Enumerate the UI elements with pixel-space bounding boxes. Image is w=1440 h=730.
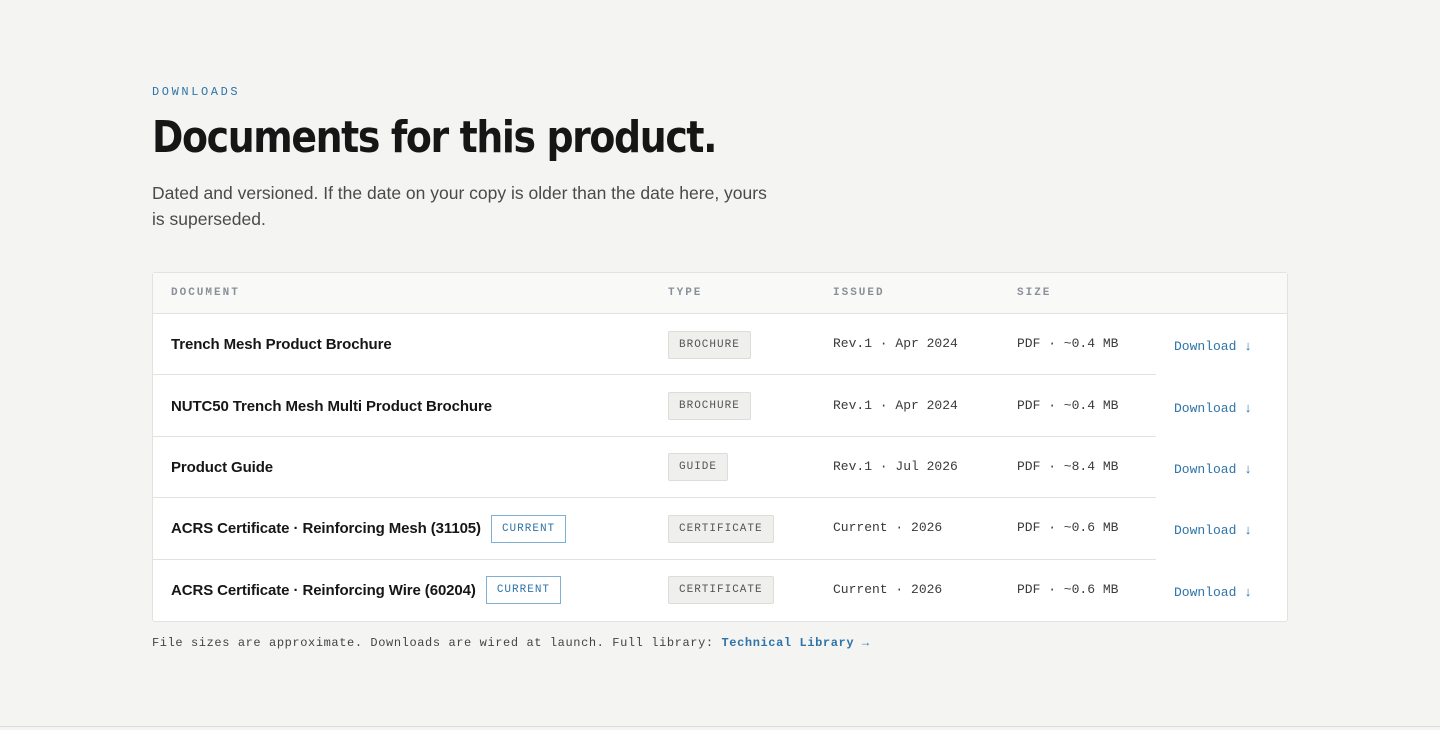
technical-library-link[interactable]: Technical Library → [722,636,870,650]
table-row: ACRS Certificate · Reinforcing Mesh (311… [153,498,1287,561]
header-document: DOCUMENT [171,287,240,299]
download-cell: Download ↓ [1174,439,1252,500]
section-divider [0,726,1440,727]
document-cell: ACRS Certificate · Reinforcing Wire (602… [171,560,562,621]
table-header: DOCUMENT TYPE ISSUED SIZE [153,273,1287,314]
page-title: Documents for this product. [152,112,717,163]
download-cell: Download ↓ [1174,500,1252,561]
header-issued: ISSUED [833,287,885,299]
size-cell: PDF · ~0.4 MB [1017,336,1119,352]
type-badge: BROCHURE [668,392,751,421]
issued-cell: Rev.1 · Apr 2024 [833,397,958,413]
issued-cell: Rev.1 · Jul 2026 [833,458,958,474]
download-link[interactable]: Download ↓ [1174,585,1252,600]
download-link[interactable]: Download ↓ [1174,401,1252,416]
current-badge: CURRENT [490,514,567,543]
download-cell: Download ↓ [1174,562,1252,623]
type-cell: CERTIFICATE [668,498,774,559]
document-name: NUTC50 Trench Mesh Multi Product Brochur… [171,397,492,415]
documents-table: DOCUMENT TYPE ISSUED SIZE Trench Mesh Pr… [152,272,1288,622]
download-cell: Download ↓ [1174,377,1252,438]
downloads-section: DOWNLOADS Documents for this product. Da… [152,84,1288,650]
issued-cell: Current · 2026 [833,520,943,536]
type-cell: CERTIFICATE [668,560,774,621]
type-cell: BROCHURE [668,375,751,436]
footnote-text: File sizes are approximate. Downloads ar… [152,635,722,650]
download-link[interactable]: Download ↓ [1174,339,1252,354]
type-badge: CERTIFICATE [668,576,774,605]
table-row: NUTC50 Trench Mesh Multi Product Brochur… [153,375,1287,438]
document-name: ACRS Certificate · Reinforcing Wire (602… [171,581,476,599]
document-name: Trench Mesh Product Brochure [171,336,392,354]
size-cell: PDF · ~0.6 MB [1017,581,1119,597]
size-cell: PDF · ~8.4 MB [1017,458,1119,474]
section-description: Dated and versioned. If the date on your… [152,183,767,229]
current-badge: CURRENT [485,576,562,605]
header-size: SIZE [1017,287,1052,299]
download-link[interactable]: Download ↓ [1174,523,1252,538]
document-name: ACRS Certificate · Reinforcing Mesh (311… [171,520,481,538]
type-badge: BROCHURE [668,330,751,359]
issued-cell: Rev.1 · Apr 2024 [833,336,958,352]
table-row: Product Guide GUIDE Rev.1 · Jul 2026 PDF… [153,437,1287,500]
size-cell: PDF · ~0.6 MB [1017,520,1119,536]
document-cell: ACRS Certificate · Reinforcing Mesh (311… [171,498,567,559]
type-cell: BROCHURE [668,314,751,375]
document-name: Product Guide [171,458,274,476]
document-cell: Product Guide [171,437,273,498]
footnote: File sizes are approximate. Downloads ar… [152,636,1288,650]
table-row: ACRS Certificate · Reinforcing Wire (602… [153,560,1287,621]
document-cell: Trench Mesh Product Brochure [171,314,392,375]
type-cell: GUIDE [668,437,729,498]
table-row: Trench Mesh Product Brochure BROCHURE Re… [153,314,1287,377]
download-link[interactable]: Download ↓ [1174,462,1252,477]
issued-cell: Current · 2026 [833,581,943,597]
type-badge: CERTIFICATE [668,514,774,543]
header-type: TYPE [668,287,703,299]
size-cell: PDF · ~0.4 MB [1017,397,1119,413]
document-cell: NUTC50 Trench Mesh Multi Product Brochur… [171,375,492,436]
type-badge: GUIDE [668,453,729,482]
section-eyebrow: DOWNLOADS [152,85,241,99]
download-cell: Download ↓ [1174,316,1252,377]
